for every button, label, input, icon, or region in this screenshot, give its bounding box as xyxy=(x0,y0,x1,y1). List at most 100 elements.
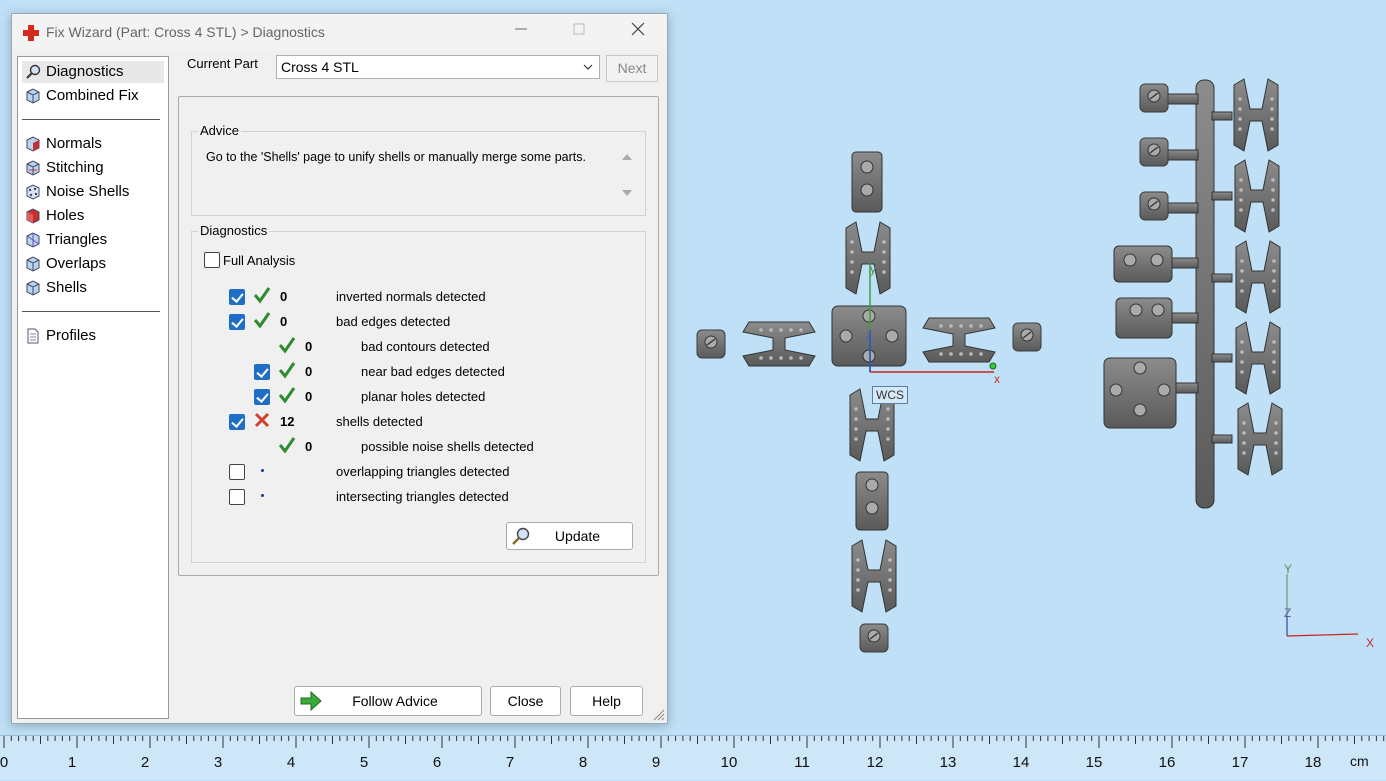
current-part-select[interactable]: Cross 4 STL xyxy=(276,55,600,79)
noise-shells-label: possible noise shells detected xyxy=(361,439,534,454)
update-button[interactable]: Update xyxy=(506,522,633,550)
diagnostics-page: Advice Go to the 'Shells' page to unify … xyxy=(178,96,659,576)
stitching-cube-icon xyxy=(26,160,40,176)
check-icon xyxy=(278,362,296,379)
current-part-value: Cross 4 STL xyxy=(281,59,359,75)
nav-item-holes[interactable]: Holes xyxy=(22,205,164,227)
nav-item-label: Noise Shells xyxy=(46,183,130,200)
normals-cube-icon xyxy=(26,136,40,152)
part-sprue-tree[interactable] xyxy=(1103,78,1283,509)
planar-holes-label: planar holes detected xyxy=(361,389,486,404)
ruler-label: 5 xyxy=(359,754,369,771)
nav-item-label: Holes xyxy=(46,207,85,224)
row-checkbox-shells[interactable] xyxy=(229,414,245,430)
row-checkbox-near-bad-edges[interactable] xyxy=(254,364,270,380)
bad-edges-label: bad edges detected xyxy=(336,314,451,329)
ruler-label: 8 xyxy=(578,754,588,771)
ruler-label: 12 xyxy=(866,754,884,771)
help-button[interactable]: Help xyxy=(570,686,643,716)
mini-x-axis-label: X xyxy=(1366,636,1375,650)
row-checkbox-bad-edges[interactable] xyxy=(229,314,245,330)
nav-item-profiles[interactable]: Profiles xyxy=(22,325,164,347)
triangles-cube-icon xyxy=(26,232,40,248)
wcs-x-axis-label: x xyxy=(994,372,1000,386)
ruler-label: 13 xyxy=(939,754,957,771)
ruler-ticks xyxy=(3,736,1385,748)
document-icon xyxy=(27,328,39,344)
noise-shells-icon xyxy=(26,184,40,200)
ruler-label: 10 xyxy=(720,754,738,771)
check-icon xyxy=(253,287,271,304)
orientation-axes xyxy=(1286,574,1359,637)
follow-advice-label: Follow Advice xyxy=(352,693,438,709)
nav-item-diagnostics[interactable]: Diagnostics xyxy=(22,61,164,83)
nav-separator xyxy=(22,119,160,120)
follow-advice-button[interactable]: Follow Advice xyxy=(294,686,482,716)
ruler-label: 6 xyxy=(432,754,442,771)
magnifier-icon xyxy=(512,527,530,545)
row-checkbox-overlapping-triangles[interactable] xyxy=(229,464,245,480)
maximize-icon xyxy=(573,23,585,35)
ruler-label: 9 xyxy=(651,754,661,771)
nav-item-stitching[interactable]: Stitching xyxy=(22,157,164,179)
bad-edges-count: 0 xyxy=(280,314,288,329)
close-button[interactable]: Close xyxy=(490,686,561,716)
nav-item-label: Normals xyxy=(46,135,102,152)
ruler-label: 17 xyxy=(1231,754,1249,771)
check-icon xyxy=(253,312,271,329)
ruler-label: 1 xyxy=(67,754,77,771)
row-checkbox-planar-holes[interactable] xyxy=(254,389,270,405)
update-label: Update xyxy=(554,528,601,544)
nav-item-normals[interactable]: Normals xyxy=(22,133,164,155)
inverted-normals-count: 0 xyxy=(280,289,288,304)
full-analysis-checkbox[interactable] xyxy=(204,252,220,268)
part-cross-assembly[interactable] xyxy=(696,151,1042,653)
ruler-label: 18 xyxy=(1304,754,1322,771)
nav-item-label: Overlaps xyxy=(46,255,107,272)
close-window-button[interactable] xyxy=(618,20,658,44)
check-icon xyxy=(278,437,296,454)
chevron-down-icon xyxy=(583,64,593,70)
ruler-label: 3 xyxy=(213,754,223,771)
nav-item-label: Combined Fix xyxy=(46,87,139,104)
ruler-label: 0 xyxy=(0,754,9,771)
pending-dot-icon xyxy=(261,494,264,497)
green-arrow-right-icon xyxy=(300,690,322,712)
row-checkbox-inverted-normals[interactable] xyxy=(229,289,245,305)
ruler: 0 1 2 3 4 5 6 7 8 9 10 11 12 13 14 15 16… xyxy=(0,735,1386,780)
nav-item-overlaps[interactable]: Overlaps xyxy=(22,253,164,275)
overlaps-cube-icon xyxy=(26,256,40,272)
next-button[interactable]: Next xyxy=(606,55,658,82)
shells-count: 12 xyxy=(280,414,295,429)
minimize-button[interactable] xyxy=(501,20,541,44)
wcs-y-axis-label: y xyxy=(870,262,876,276)
bad-contours-count: 0 xyxy=(305,339,313,354)
pending-dot-icon xyxy=(261,469,264,472)
check-icon xyxy=(278,337,296,354)
current-part-label: Current Part xyxy=(187,56,258,71)
noise-shells-count: 0 xyxy=(305,439,313,454)
overlapping-triangles-label: overlapping triangles detected xyxy=(336,464,510,479)
nav-item-label: Stitching xyxy=(46,159,104,176)
magnifier-icon xyxy=(26,64,41,79)
row-checkbox-intersecting-triangles[interactable] xyxy=(229,489,245,505)
advice-text: Go to the 'Shells' page to unify shells … xyxy=(206,150,586,164)
advice-scrollbar[interactable] xyxy=(619,146,635,204)
nav-item-noise-shells[interactable]: Noise Shells xyxy=(22,181,164,203)
nav-item-label: Shells xyxy=(46,279,87,296)
nav-item-triangles[interactable]: Triangles xyxy=(22,229,164,251)
diagnostics-title: Diagnostics xyxy=(198,223,270,238)
nav-item-shells[interactable]: Shells xyxy=(22,277,164,299)
near-bad-edges-count: 0 xyxy=(305,364,313,379)
error-x-icon xyxy=(254,412,270,428)
mini-y-axis-label: Y xyxy=(1284,562,1293,576)
maximize-button[interactable] xyxy=(559,20,599,44)
diagnostics-group: Diagnostics Full Analysis 0 inverted nor… xyxy=(191,223,646,563)
check-icon xyxy=(278,387,296,404)
near-bad-edges-label: near bad edges detected xyxy=(361,364,505,379)
resize-grip-icon[interactable] xyxy=(653,709,665,721)
planar-holes-count: 0 xyxy=(305,389,313,404)
mini-z-axis-label: Z xyxy=(1284,606,1292,620)
dialog-titlebar[interactable]: Fix Wizard (Part: Cross 4 STL) > Diagnos… xyxy=(12,14,667,50)
nav-item-combined-fix[interactable]: Combined Fix xyxy=(22,85,164,107)
